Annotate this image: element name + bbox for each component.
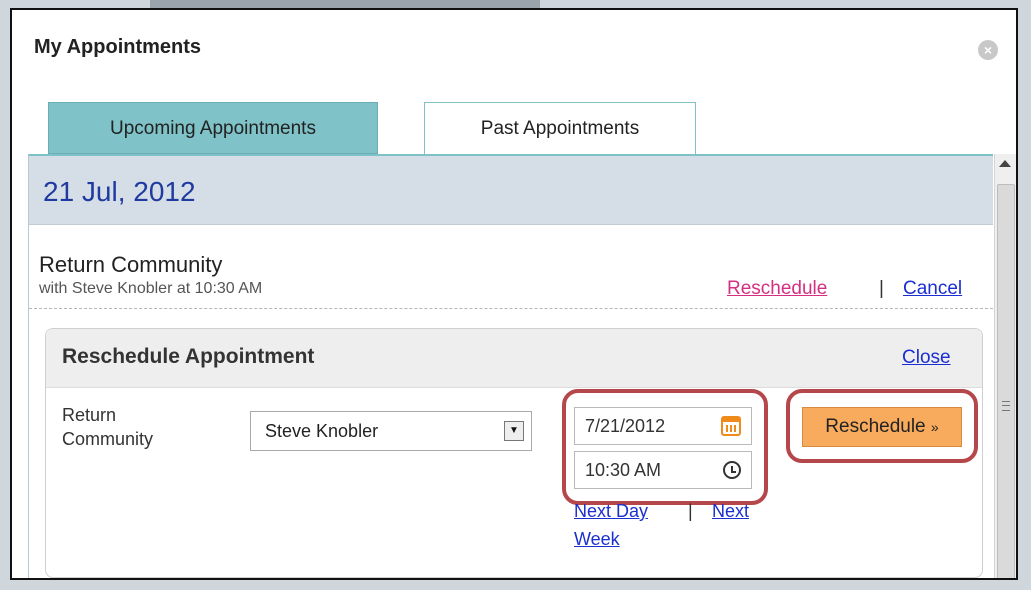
next-separator: | — [688, 501, 693, 521]
close-icon[interactable]: × — [978, 40, 998, 60]
appointment-title: Return Community — [39, 252, 223, 277]
chevron-down-icon[interactable]: ▼ — [504, 421, 524, 441]
appointment-type-label: Return Community — [62, 405, 154, 449]
next-week-link-week[interactable]: Week — [574, 525, 620, 553]
date-header: 21 Jul, 2012 — [43, 176, 196, 207]
grip-icon — [1002, 401, 1010, 411]
divider — [29, 308, 993, 309]
action-separator: | — [879, 278, 884, 299]
reschedule-panel-title: Reschedule Appointment — [62, 345, 315, 368]
cancel-link[interactable]: Cancel — [903, 278, 962, 300]
next-week-link[interactable]: Next — [712, 497, 749, 525]
scroll-up-icon[interactable] — [999, 160, 1011, 167]
highlight-reschedule-button — [786, 389, 978, 463]
close-link[interactable]: Close — [902, 347, 951, 369]
appointments-panel: 21 Jul, 2012 Return Community with Steve… — [28, 154, 993, 578]
next-day-link[interactable]: Next Day — [574, 497, 648, 525]
next-week-link-text: Next — [712, 501, 750, 521]
dialog-title: My Appointments — [34, 36, 202, 58]
tab-upcoming-appointments[interactable]: Upcoming Appointments — [48, 102, 378, 154]
highlight-date-time — [562, 389, 768, 505]
tab-past-appointments[interactable]: Past Appointments — [424, 102, 696, 154]
reschedule-panel: Reschedule Appointment Close Return Comm… — [45, 328, 983, 578]
my-appointments-dialog: My Appointments × Upcoming Appointments … — [10, 8, 1018, 580]
provider-select-value: Steve Knobler — [265, 421, 379, 441]
provider-select[interactable]: Steve Knobler ▼ — [250, 411, 532, 451]
scroll-thumb[interactable] — [997, 184, 1015, 578]
reschedule-panel-header: Reschedule Appointment Close — [46, 329, 982, 388]
vertical-scrollbar[interactable] — [994, 154, 1016, 578]
date-header-bar: 21 Jul, 2012 — [29, 156, 993, 225]
reschedule-link[interactable]: Reschedule — [727, 278, 827, 300]
appointment-subtitle: with Steve Knobler at 10:30 AM — [39, 280, 263, 297]
